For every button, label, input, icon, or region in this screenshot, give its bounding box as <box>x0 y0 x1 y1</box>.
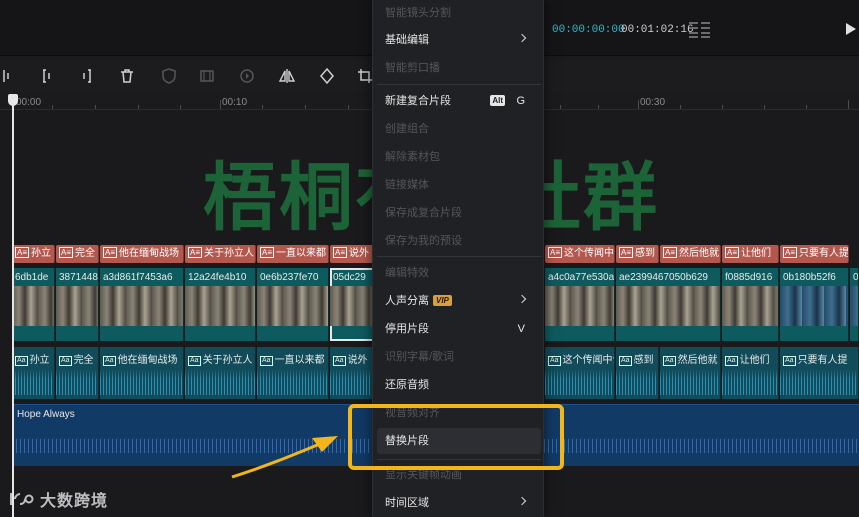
audio-clip[interactable]: Aa 完全 <box>56 347 99 399</box>
video-clip[interactable]: 6db1de <box>12 268 55 341</box>
playhead-handle[interactable] <box>8 94 18 106</box>
highlight-box <box>348 404 564 470</box>
logo-text: 大数跨境 <box>40 493 109 510</box>
menu-item-create-group[interactable]: 创建组合 <box>377 116 541 142</box>
ruler-label: 00:30 <box>640 97 666 108</box>
video-clip[interactable]: 0a <box>850 268 859 341</box>
rotate-icon[interactable] <box>318 67 336 85</box>
mirror-icon[interactable] <box>278 67 296 85</box>
shortcut-modifier: Alt <box>490 95 505 106</box>
subtitle-clip[interactable]: A≡这个传闻中说 <box>545 245 615 263</box>
subtitle-clip[interactable]: A≡ 完全 <box>56 245 99 263</box>
audio-clip[interactable]: Aa 他在缅甸战场 <box>100 347 184 399</box>
shield-icon[interactable] <box>160 67 178 85</box>
audio-clip[interactable]: Aa 然后他就 <box>660 347 721 399</box>
video-clip[interactable]: 0e6b237fe70 <box>257 268 329 341</box>
video-clip[interactable]: 0b180b52f6 <box>780 268 849 341</box>
menu-item-voice-separation[interactable]: 人声分离 VIP <box>377 288 541 314</box>
menu-item-smart-cut[interactable]: 智能剪口播 <box>377 55 541 81</box>
video-clip[interactable]: 3871448 <box>56 268 99 341</box>
trim-left-icon[interactable] <box>38 67 56 85</box>
video-clip-selected[interactable]: 05dc29 <box>330 268 378 341</box>
subtitle-clip[interactable]: A≡ 只要有人提 <box>780 245 849 263</box>
audio-clip[interactable]: Aa 说外 <box>330 347 378 399</box>
subtitle-clip[interactable]: A≡ 让他们 <box>722 245 779 263</box>
menu-item-basic-edit[interactable]: 基础编辑 <box>377 27 541 53</box>
chevron-right-icon <box>517 294 527 304</box>
trim-right-icon[interactable] <box>78 67 96 85</box>
audio-clip[interactable]: Aa 关于孙立人 <box>185 347 256 399</box>
shortcut-key: V <box>517 323 525 335</box>
audio-clip[interactable]: Aa 只要有人提 <box>780 347 859 399</box>
audio-clip[interactable]: Aa 一直以来都 <box>257 347 329 399</box>
subtitle-clip[interactable]: A≡ 一直以来都 <box>257 245 329 263</box>
playhead[interactable] <box>12 94 14 517</box>
menu-item-ungroup-pack[interactable]: 解除素材包 <box>377 144 541 170</box>
subtitle-clip[interactable]: A≡ 然后他就 <box>660 245 721 263</box>
reverse-play-icon[interactable] <box>238 67 256 85</box>
menu-item-link-media[interactable]: 链接媒体 <box>377 172 541 198</box>
ruler-label: 00:10 <box>222 97 248 108</box>
subtitle-clip[interactable]: A≡ 他在缅甸战场 <box>100 245 184 263</box>
play-icon[interactable] <box>846 23 856 35</box>
audio-clip[interactable]: Aa这个传闻中说 <box>545 347 615 399</box>
audio-clip[interactable]: Aa 孙立 <box>12 347 55 399</box>
video-clip[interactable]: 12a24fe4b10 <box>185 268 256 341</box>
menu-item-save-compound[interactable]: 保存成复合片段 <box>377 200 541 226</box>
video-clip[interactable]: f0885d916 <box>722 268 779 341</box>
subtitle-clip[interactable]: A≡ 关于孙立人 <box>185 245 256 263</box>
shortcut-key: G <box>516 95 525 107</box>
menu-item-save-preset[interactable]: 保存为我的预设 <box>377 228 541 254</box>
video-clip[interactable]: ae2399467050b629 <box>616 268 721 341</box>
audio-clip[interactable]: Aa 让他们 <box>722 347 779 399</box>
audio-clip[interactable]: Aa 感到 <box>616 347 659 399</box>
subtitle-clip[interactable]: A≡ 感到 <box>616 245 659 263</box>
current-timecode: 00:00:00:00 <box>552 24 625 36</box>
subtitle-clip[interactable]: A≡ 孙立 <box>12 245 55 263</box>
delete-icon[interactable] <box>118 67 136 85</box>
ruler-label: 00:00 <box>16 97 42 108</box>
vip-badge: VIP <box>433 295 452 306</box>
menu-item-recognize-subtitles[interactable]: 识别字幕/歌词 <box>377 344 541 370</box>
menu-item-time-region[interactable]: 时间区域 <box>377 490 541 516</box>
total-timecode: 00:01:02:16 <box>621 24 694 36</box>
menu-item-new-compound-clip[interactable]: 新建复合片段 Alt G <box>377 88 541 114</box>
chevron-right-icon <box>517 496 527 506</box>
video-clip[interactable]: a3d861f7453a6 <box>100 268 184 341</box>
video-clip[interactable]: a4c0a77e530ab <box>545 268 615 341</box>
freeze-frame-icon[interactable] <box>198 67 216 85</box>
subtitle-clip[interactable]: A≡ 说外 <box>330 245 378 263</box>
chevron-right-icon <box>517 33 527 43</box>
menu-item-restore-audio[interactable]: 还原音频 <box>377 372 541 398</box>
menu-item-smart-shot-split[interactable]: 智能镜头分割 <box>377 0 541 26</box>
menu-item-disable-clip[interactable]: 停用片段 V <box>377 316 541 342</box>
layout-grid-icon[interactable] <box>689 22 711 38</box>
logo-mark-icon <box>10 493 34 505</box>
split-left-icon[interactable] <box>0 67 18 85</box>
menu-item-edit-effect[interactable]: 编辑特效 <box>377 260 541 286</box>
music-clip-name: Hope Always <box>17 409 75 420</box>
brand-logo: 大数跨境 <box>8 488 108 510</box>
